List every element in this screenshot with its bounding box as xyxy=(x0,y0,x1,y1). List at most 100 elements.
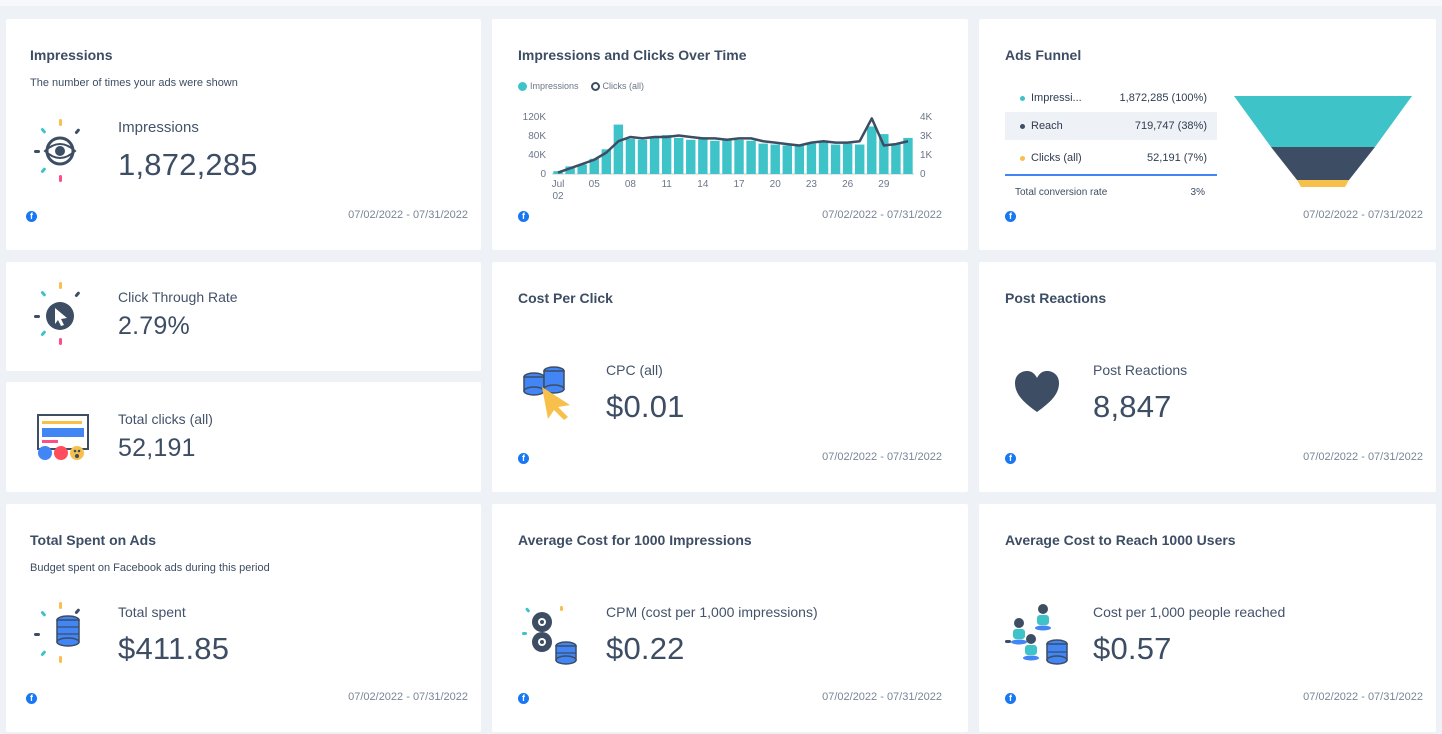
impressions-bar xyxy=(722,139,732,174)
card-title: Average Cost for 1000 Impressions xyxy=(518,532,752,548)
y-left-tick-label: 0 xyxy=(540,169,546,180)
heart-icon xyxy=(1015,371,1059,412)
y-right-tick-label: 3K xyxy=(920,131,933,142)
funnel-level-clicks xyxy=(1297,180,1349,187)
date-range: 07/02/2022 - 07/31/2022 xyxy=(822,691,942,703)
x-tick-label: 26 xyxy=(842,179,854,190)
chart-svg: 120K 80K 40K 0 4K 3K 1K 0 Jul02 05 08 11 14 17 20 23 26 2… xyxy=(523,112,933,202)
funnel-pct: (7%) xyxy=(1183,152,1207,164)
y-right-tick-label: 4K xyxy=(920,112,933,123)
impressions-clicks-chart-card[interactable]: Impressions and Clicks Over Time Impress… xyxy=(492,19,968,250)
impressions-bar xyxy=(613,124,624,174)
facebook-icon: f xyxy=(518,211,529,222)
impressions-bar xyxy=(734,139,744,174)
funnel-pct: (100%) xyxy=(1171,92,1207,104)
x-tick-label: 05 xyxy=(589,179,601,190)
funnel-row-clicks[interactable]: Clicks (all) 52,191 (7%) xyxy=(1005,144,1217,172)
card-title: Impressions and Clicks Over Time xyxy=(518,47,747,63)
funnel-count: 52,191 xyxy=(1147,152,1181,164)
metric-value: $0.01 xyxy=(606,389,685,424)
eyes-coins-icon xyxy=(522,606,577,665)
funnel-graphic xyxy=(1234,96,1412,187)
post-reactions-card[interactable]: Post Reactions Post Reactions 8,847 f 07… xyxy=(979,262,1436,492)
facebook-icon: f xyxy=(518,453,529,464)
coins-cursor-icon xyxy=(523,366,570,420)
x-tick-label: 20 xyxy=(770,179,782,190)
funnel-count: 719,747 xyxy=(1134,120,1175,132)
funnel-bullet xyxy=(1020,155,1025,161)
card-title: Total Spent on Ads xyxy=(30,532,156,548)
metric-label: CPC (all) xyxy=(606,362,663,378)
metric-value: $411.85 xyxy=(118,631,230,666)
funnel-row-reach[interactable]: Reach 719,747 (38%) xyxy=(1005,112,1217,140)
coins-stack-icon xyxy=(34,602,80,663)
funnel-name: Clicks (all) xyxy=(1031,152,1082,164)
card-title: Average Cost to Reach 1000 Users xyxy=(1005,532,1236,548)
metric-value: 52,191 xyxy=(118,434,196,462)
x-tick-label: 08 xyxy=(625,179,637,190)
funnel-bullet xyxy=(1020,95,1025,101)
y-right-tick-label: 1K xyxy=(920,150,933,161)
cpc-card[interactable]: Cost Per Click CPC (all) $0.01 f 07/02/2… xyxy=(492,262,968,492)
impressions-bar xyxy=(698,138,708,174)
impressions-bar xyxy=(903,137,913,174)
impressions-bar xyxy=(794,145,805,174)
x-tick-label: 23 xyxy=(806,179,818,190)
facebook-icon: f xyxy=(1005,693,1016,704)
card-subtitle: The number of times your ads were shown xyxy=(30,77,238,89)
impressions-bar xyxy=(686,139,696,174)
funnel-value: 719,747 (38%) xyxy=(1101,120,1217,132)
people-coins-icon xyxy=(1005,604,1068,665)
ads-funnel-card[interactable]: Ads Funnel Impressi... 1,872,285 (100%) … xyxy=(979,19,1436,250)
date-range: 07/02/2022 - 07/31/2022 xyxy=(1303,691,1423,703)
x-tick-label: 11 xyxy=(661,179,672,190)
legend-swatch-clicks xyxy=(590,81,600,91)
metric-value: 1,872,285 xyxy=(118,147,258,182)
total-clicks-card[interactable]: Total clicks (all) 52,191 xyxy=(6,382,481,492)
legend-swatch-impressions xyxy=(518,81,527,91)
metric-label: Post Reactions xyxy=(1093,362,1188,378)
impressions-bar xyxy=(770,144,780,174)
metric-value: 2.79% xyxy=(118,312,190,340)
metric-label: Total spent xyxy=(118,604,186,620)
funnel-value: 52,191 (7%) xyxy=(1101,152,1217,164)
x-tick-label: Jul xyxy=(552,179,565,190)
funnel-level-impressions xyxy=(1234,96,1412,147)
date-range: 07/02/2022 - 07/31/2022 xyxy=(822,209,942,221)
funnel-divider xyxy=(1005,174,1217,176)
facebook-icon: f xyxy=(1005,211,1016,222)
metric-label: Total clicks (all) xyxy=(118,411,213,427)
total-spent-card[interactable]: Total Spent on Ads Budget spent on Faceb… xyxy=(6,504,481,732)
top-strip xyxy=(0,0,1442,6)
ctr-card[interactable]: Click Through Rate 2.79% xyxy=(6,262,481,371)
funnel-count: 1,872,285 xyxy=(1119,92,1169,104)
impressions-bar xyxy=(649,136,660,174)
y-right-tick-label: 0 xyxy=(920,169,926,180)
card-title: Post Reactions xyxy=(1005,290,1107,306)
y-left-tick-label: 40K xyxy=(528,150,546,161)
facebook-icon: f xyxy=(518,693,529,704)
card-subtitle: Budget spent on Facebook ads during this… xyxy=(30,562,270,574)
funnel-name: Reach xyxy=(1031,120,1063,132)
metric-value: $0.57 xyxy=(1093,631,1172,666)
card-title: Cost Per Click xyxy=(518,290,613,306)
impressions-bar xyxy=(782,145,793,174)
funnel-row-impressions[interactable]: Impressi... 1,872,285 (100%) xyxy=(1005,84,1217,112)
card-title: Ads Funnel xyxy=(1005,47,1082,63)
x-tick-label: 14 xyxy=(697,179,709,190)
y-left-tick-label: 120K xyxy=(523,112,547,123)
chart-legend: Impressions Clicks (all) xyxy=(518,81,644,91)
total-conversion: Total conversion rate 3% xyxy=(1005,187,1217,198)
funnel-value: 1,872,285 (100%) xyxy=(1101,92,1217,104)
eye-icon xyxy=(34,119,80,182)
impressions-bar xyxy=(710,140,720,174)
x-tick-label: 02 xyxy=(552,191,564,202)
impressions-bar xyxy=(637,139,648,174)
cpm-card[interactable]: Average Cost for 1000 Impressions CPM (c… xyxy=(492,504,968,732)
impressions-card[interactable]: Impressions The number of times your ads… xyxy=(6,19,481,250)
date-range: 07/02/2022 - 07/31/2022 xyxy=(1303,209,1423,221)
impressions-bar xyxy=(830,144,841,174)
funnel-pct: (38%) xyxy=(1177,120,1207,132)
reach-cost-card[interactable]: Average Cost to Reach 1000 Users Cost pe… xyxy=(979,504,1436,732)
funnel-level-reach xyxy=(1271,147,1375,180)
